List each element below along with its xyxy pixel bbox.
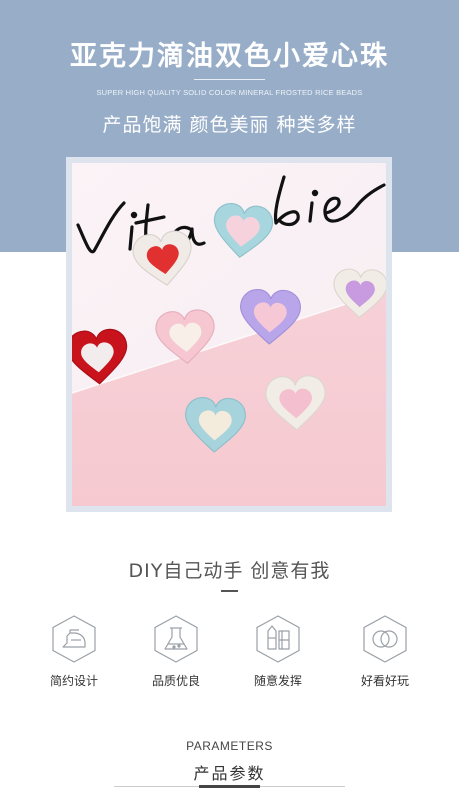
tagline-dash	[221, 590, 238, 592]
feature-free-creation: 随意发挥	[248, 614, 308, 689]
rings-icon	[363, 615, 407, 663]
parameters-divider-accent	[199, 785, 260, 788]
title-divider	[194, 79, 265, 80]
feature-label: 好看好玩	[360, 674, 409, 688]
subtitle-english: SUPER HIGH QUALITY SOLID COLOR MINERAL F…	[96, 88, 363, 97]
feature-high-quality: 品质优良	[146, 614, 206, 689]
flask-icon	[154, 615, 198, 663]
feature-label: 随意发挥	[253, 674, 302, 688]
feature-label: 简约设计	[49, 674, 98, 688]
parameters-title-en: PARAMETERS	[186, 739, 273, 753]
diy-tagline: DIY自己动手 创意有我	[128, 560, 331, 582]
product-photo	[72, 163, 386, 506]
subtitle-chinese: 产品饱满 颜色美丽 种类多样	[102, 114, 357, 136]
feature-fun-and-pretty: 好看好玩	[355, 614, 415, 689]
palette-icon	[256, 615, 300, 663]
iron-icon	[52, 615, 96, 663]
feature-label: 品质优良	[151, 674, 200, 688]
page-title: 亚克力滴油双色小爱心珠	[70, 41, 389, 72]
parameters-title-cn: 产品参数	[193, 764, 266, 783]
feature-simple-design: 简约设计	[44, 614, 104, 689]
